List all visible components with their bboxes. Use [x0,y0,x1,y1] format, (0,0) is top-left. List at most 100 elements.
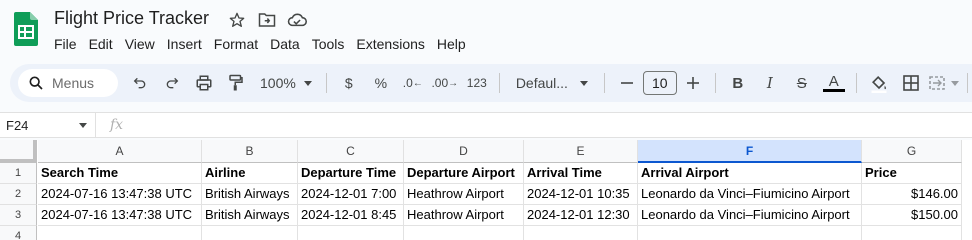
menu-search-input[interactable]: Menus [18,69,118,97]
table-header-cell[interactable]: Search Time [38,163,202,184]
table-cell[interactable]: Heathrow Airport [404,205,524,226]
table-header-cell[interactable]: Price [862,163,962,184]
text-color-swatch [822,89,845,92]
row-header-1[interactable]: 1 [0,163,37,184]
arrow-left-icon: ← [412,77,423,89]
sheets-logo-icon[interactable] [14,12,38,46]
name-box[interactable]: F24 [0,113,96,137]
table-cell[interactable] [524,226,638,240]
column-header-f[interactable]: F [638,140,862,163]
table-header-cell[interactable]: Departure Time [298,163,404,184]
row-header-4[interactable]: 4 [0,226,37,240]
search-icon [29,76,43,90]
strikethrough-button[interactable]: S [788,69,816,97]
table-cell[interactable]: British Airways [202,184,298,205]
font-size-input[interactable]: 10 [642,71,677,95]
table-cell[interactable]: 2024-12-01 12:30 [524,205,638,226]
italic-button[interactable]: I [756,69,784,97]
move-folder-icon[interactable] [256,10,278,30]
currency-format-button[interactable]: $ [335,69,363,97]
column-header-e[interactable]: E [524,140,638,163]
table-cell[interactable]: $150.00 [862,205,962,226]
column-header-d[interactable]: D [404,140,524,163]
table-cell[interactable]: 2024-07-16 13:47:38 UTC [38,205,202,226]
borders-icon [903,75,919,91]
text-color-button[interactable]: A [820,69,848,97]
column-header-a[interactable]: A [38,140,202,163]
table-cell[interactable]: 2024-12-01 10:35 [524,184,638,205]
table-cell[interactable]: $146.00 [862,184,962,205]
star-icon[interactable] [226,10,248,30]
table-cell[interactable] [404,226,524,240]
chevron-down-icon [303,80,312,86]
table-header-cell[interactable]: Arrival Time [524,163,638,184]
merge-cells-icon [929,76,945,90]
chevron-down-icon [579,80,588,86]
menu-help[interactable]: Help [431,34,472,54]
menu-extensions[interactable]: Extensions [350,34,430,54]
table-cell[interactable] [298,226,404,240]
zoom-select[interactable]: 100% [254,69,318,97]
column-header-b[interactable]: B [202,140,298,163]
toolbar-divider [325,73,327,93]
spreadsheet-grid[interactable]: A B C D E F G 1 Search Time Airline Departure Time… [0,140,972,240]
font-family-select[interactable]: Defaul... [508,69,596,97]
table-cell[interactable] [862,226,962,240]
table-cell[interactable] [638,226,862,240]
table-header-cell[interactable]: Departure Airport [404,163,524,184]
toolbar-divider [498,73,500,93]
increase-decimal-button[interactable]: .00 → [431,69,459,97]
table-header-cell[interactable]: Airline [202,163,298,184]
undo-button[interactable] [126,69,154,97]
menu-data[interactable]: Data [264,34,306,54]
menu-tools[interactable]: Tools [306,34,351,54]
zoom-value: 100% [260,75,296,91]
formula-input[interactable] [133,113,972,137]
borders-button[interactable] [897,69,925,97]
toolbar-divider [855,73,857,93]
redo-icon [166,77,179,89]
table-header-cell[interactable]: Arrival Airport [638,163,862,184]
fx-icon: fx [110,117,124,133]
menu-format[interactable]: Format [208,34,264,54]
toolbar-divider [714,73,716,93]
table-cell[interactable]: British Airways [202,205,298,226]
increase-decimal-label: .00 [431,76,449,90]
bold-button[interactable]: B [724,69,752,97]
document-title[interactable]: Flight Price Tracker [54,8,209,29]
percent-format-button[interactable]: % [367,69,395,97]
undo-icon [133,77,146,89]
table-cell[interactable]: Leonardo da Vinci–Fiumicino Airport [638,205,862,226]
chevron-down-icon [79,122,87,128]
fill-color-button[interactable] [865,69,893,97]
select-all-corner[interactable] [0,140,37,163]
menu-insert[interactable]: Insert [161,34,208,54]
table-cell[interactable] [38,226,202,240]
decrease-decimal-label: .0 [402,76,413,90]
number-format-button[interactable]: 123 [463,69,491,97]
increase-font-size-button[interactable] [679,69,707,97]
merge-cells-button[interactable] [929,69,959,97]
row-header-2[interactable]: 2 [0,184,37,205]
paint-format-button[interactable] [222,69,250,97]
toolbar-divider [966,73,968,93]
table-cell[interactable]: 2024-07-16 13:47:38 UTC [38,184,202,205]
column-header-g[interactable]: G [862,140,962,163]
row-header-3[interactable]: 3 [0,205,37,226]
table-cell[interactable]: 2024-12-01 8:45 [298,205,404,226]
menu-view[interactable]: View [119,34,161,54]
cell-reference: F24 [6,117,29,133]
print-button[interactable] [190,69,218,97]
redo-button[interactable] [158,69,186,97]
cloud-status-icon[interactable] [286,10,308,30]
table-cell[interactable] [202,226,298,240]
menu-edit[interactable]: Edit [83,34,119,54]
column-header-c[interactable]: C [298,140,404,163]
table-cell[interactable]: Leonardo da Vinci–Fiumicino Airport [638,184,862,205]
decrease-font-size-button[interactable] [613,69,641,97]
table-cell[interactable]: Heathrow Airport [404,184,524,205]
decrease-decimal-button[interactable]: .0 ← [399,69,427,97]
menu-file[interactable]: File [48,34,83,54]
table-cell[interactable]: 2024-12-01 7:00 [298,184,404,205]
text-color-label: A [828,73,839,90]
